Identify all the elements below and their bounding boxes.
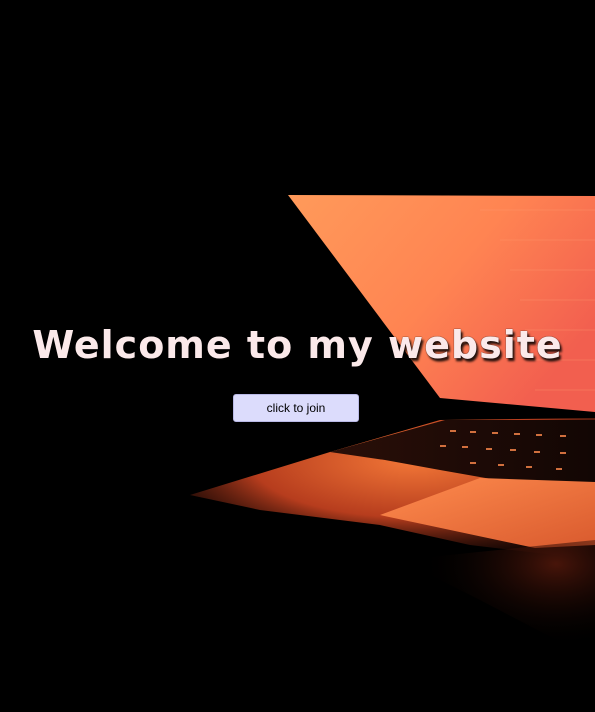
hero-title: Welcome to my website [32,323,563,367]
hero-section: Welcome to my website click to join [0,0,595,712]
join-button[interactable]: click to join [233,394,359,422]
